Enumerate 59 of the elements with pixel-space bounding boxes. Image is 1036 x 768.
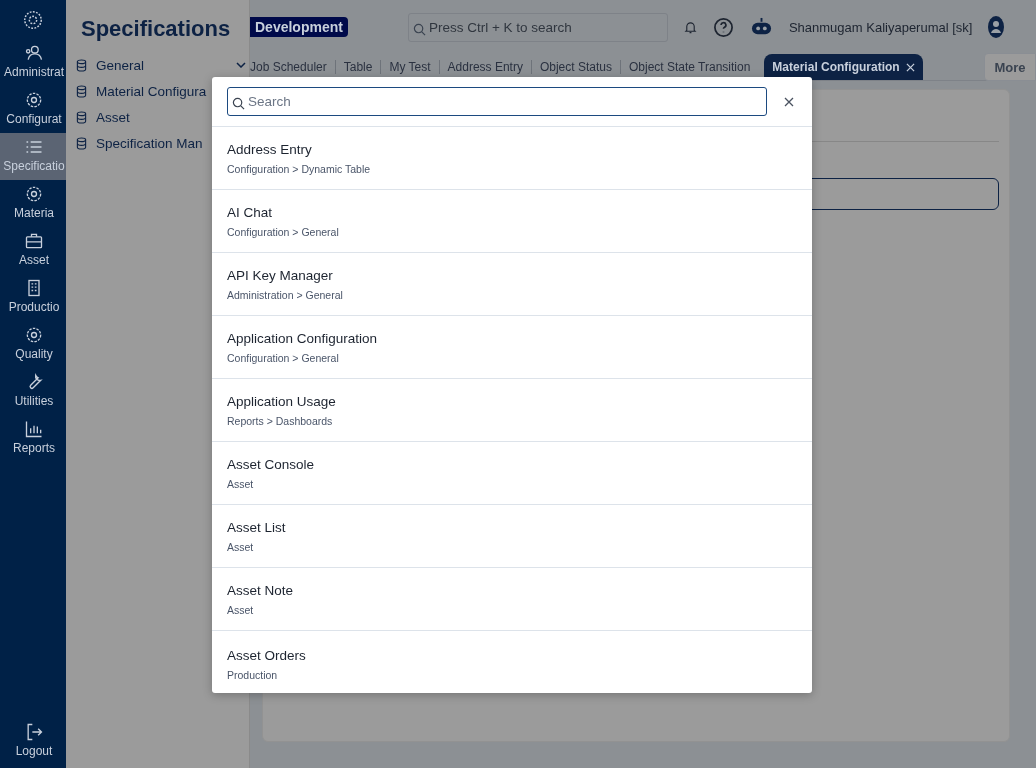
- close-icon[interactable]: [784, 96, 794, 107]
- result-title[interactable]: Asset List: [227, 519, 286, 535]
- user-avatar-icon[interactable]: [988, 16, 1005, 38]
- rail-nav-item[interactable]: Productio: [0, 274, 66, 321]
- result-title[interactable]: Asset Orders: [227, 647, 306, 663]
- result-title[interactable]: AI Chat: [227, 204, 273, 220]
- result-title[interactable]: Asset Console: [227, 456, 315, 472]
- page-tab[interactable]: Material Configuration: [764, 54, 923, 80]
- rail-nav-item[interactable]: Quality: [0, 321, 66, 368]
- search-field[interactable]: Search: [227, 87, 767, 116]
- sidebar-item[interactable]: General: [76, 52, 246, 78]
- result-title[interactable]: Application Configuration: [227, 330, 378, 346]
- result-path: Configuration > General: [227, 225, 339, 238]
- bell-icon[interactable]: [683, 20, 697, 34]
- result-path: Configuration > General: [227, 351, 339, 364]
- user-name[interactable]: Shanmugam Kaliyaperumal [sk]: [788, 19, 973, 35]
- result-path: Asset: [227, 477, 254, 490]
- sidebar-title: Specifications: [81, 16, 232, 42]
- gear-logo-icon: [22, 9, 44, 31]
- rail-nav-item[interactable]: Utilities: [0, 368, 66, 415]
- rail-nav-item[interactable]: Reports: [0, 415, 66, 462]
- gear-icon: [24, 90, 44, 110]
- search-icon: [412, 22, 426, 36]
- chevron-down-icon: [236, 62, 246, 68]
- result-path: Production: [227, 668, 278, 681]
- gear-icon: [24, 325, 44, 345]
- result-path: Administration > General: [227, 288, 343, 301]
- bar-chart-icon: [24, 419, 44, 439]
- database-icon: [76, 136, 87, 150]
- result-path: Reports > Dashboards: [227, 414, 333, 427]
- result-title[interactable]: Address Entry: [227, 141, 312, 157]
- rail-nav-item[interactable]: Specificatio: [0, 133, 66, 180]
- database-icon: [76, 58, 87, 72]
- page-tab[interactable]: Job Scheduler: [250, 54, 335, 80]
- result-title[interactable]: API Key Manager: [227, 267, 333, 283]
- gear-icon: [24, 184, 44, 204]
- rail-nav-item[interactable]: Asset: [0, 227, 66, 274]
- page-tab[interactable]: Address Entry: [439, 54, 531, 80]
- result-path: Asset: [227, 603, 254, 616]
- result-title[interactable]: Application Usage: [227, 393, 336, 409]
- result-path: Asset: [227, 540, 254, 553]
- result-title[interactable]: Asset Note: [227, 582, 294, 598]
- more-button[interactable]: More: [984, 53, 1036, 81]
- rail-nav-item[interactable]: Configurat: [0, 86, 66, 133]
- global-search-field[interactable]: Press Ctrl + K to search: [407, 12, 668, 42]
- users-icon: [24, 43, 44, 63]
- page-tab[interactable]: My Test: [381, 54, 439, 80]
- page-tab[interactable]: Object Status: [531, 54, 620, 80]
- logout-button[interactable]: Logout: [0, 718, 66, 762]
- database-icon: [76, 110, 87, 124]
- environment-badge: Development: [250, 17, 348, 37]
- database-icon: [76, 84, 87, 98]
- page-tab[interactable]: Table: [335, 54, 381, 80]
- page-tab[interactable]: Object State Transition: [620, 54, 759, 80]
- result-path: Configuration > Dynamic Table: [227, 162, 371, 175]
- rail-nav-item[interactable]: Materia: [0, 180, 66, 227]
- help-icon[interactable]: [712, 16, 734, 38]
- briefcase-icon: [24, 231, 44, 251]
- rail-nav-item[interactable]: Administrat: [0, 39, 66, 86]
